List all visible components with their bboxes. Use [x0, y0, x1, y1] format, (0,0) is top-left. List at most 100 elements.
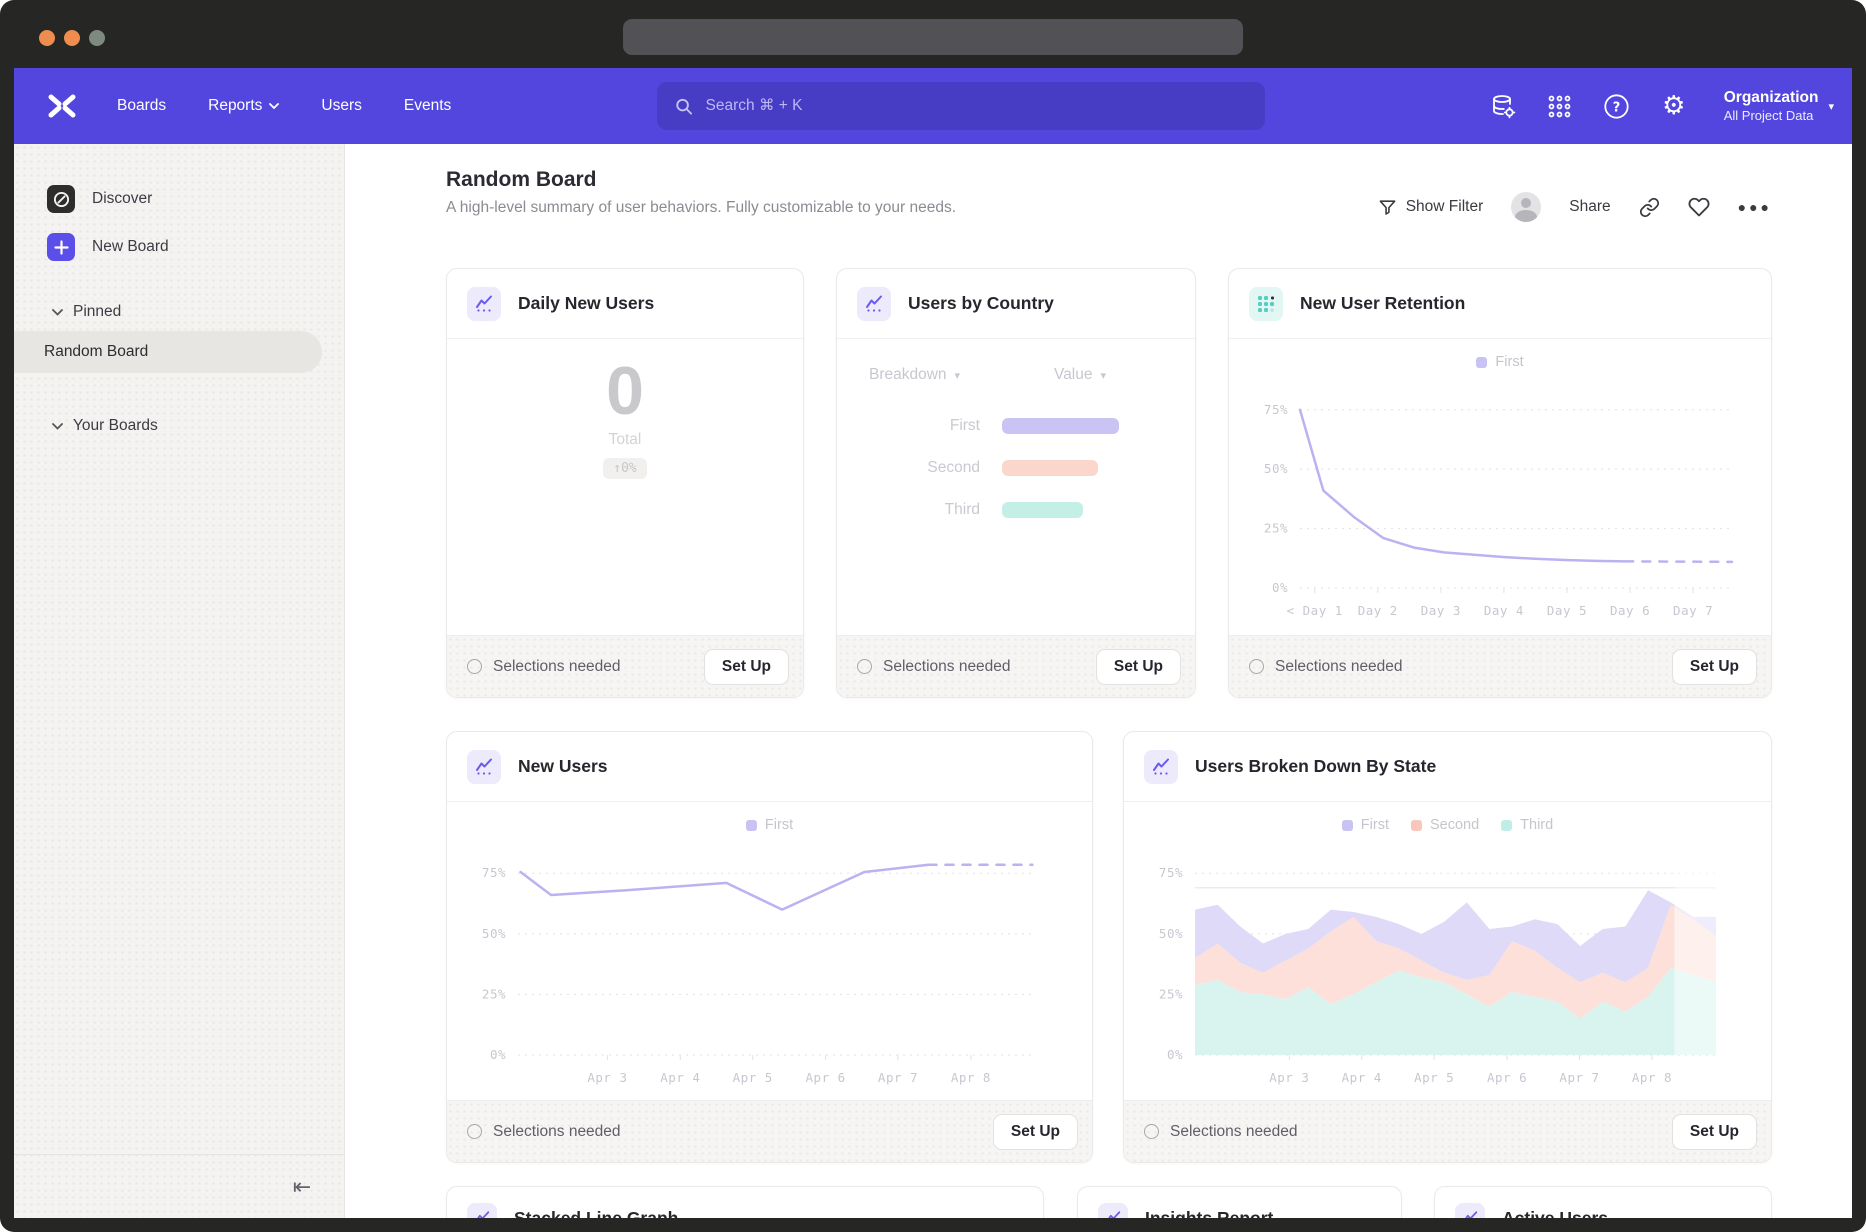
- svg-text:75%: 75%: [1159, 865, 1183, 880]
- collapse-sidebar-button[interactable]: ⇤: [282, 1170, 322, 1204]
- legend-label: Second: [1430, 817, 1479, 833]
- value-bar: [1002, 418, 1119, 434]
- legend-label: Third: [1520, 817, 1553, 833]
- sidebar-item-new-board[interactable]: New Board: [47, 233, 169, 261]
- line-chart-icon: [467, 287, 501, 321]
- legend-swatch: [1501, 820, 1512, 831]
- window-close-button[interactable]: [39, 30, 55, 46]
- set-up-button[interactable]: Set Up: [1672, 649, 1757, 685]
- card-active-users: Active Users: [1434, 1186, 1772, 1218]
- legend-swatch: [1411, 820, 1422, 831]
- chevron-down-icon: [52, 423, 63, 430]
- top-navbar: Boards Reports Users Events: [14, 68, 1852, 144]
- nav-link-reports[interactable]: Reports: [208, 97, 279, 115]
- card-title: Stacked Line Graph: [514, 1208, 678, 1219]
- metric-value: 0: [606, 355, 644, 427]
- address-bar[interactable]: [623, 19, 1243, 55]
- sidebar: Discover New Board Pinned Random Board: [14, 144, 345, 1218]
- help-icon[interactable]: ?: [1602, 91, 1632, 121]
- sidebar-item-random-board[interactable]: Random Board: [14, 331, 322, 373]
- legend-item[interactable]: Second: [1411, 817, 1479, 833]
- svg-text:Apr 4: Apr 4: [1342, 1070, 1382, 1085]
- share-button[interactable]: Share: [1569, 198, 1610, 216]
- country-bar-row: First: [837, 416, 1119, 436]
- nav-link-boards[interactable]: Boards: [117, 97, 166, 115]
- set-up-button[interactable]: Set Up: [1096, 649, 1181, 685]
- line-chart-icon: [467, 1203, 497, 1218]
- card-title: New Users: [518, 756, 608, 777]
- value-bar: [1002, 460, 1098, 476]
- navbar-actions: ? ⚙ Organization All Project Data ▾: [1488, 88, 1834, 124]
- settings-gear-icon[interactable]: ⚙: [1659, 91, 1689, 121]
- sidebar-section-pinned[interactable]: Pinned: [52, 302, 121, 322]
- card-title: Insights Report: [1145, 1208, 1273, 1219]
- card-users-by-country: Users by Country Breakdown▾ Value▾ First…: [836, 268, 1196, 698]
- org-switcher[interactable]: Organization All Project Data ▾: [1724, 88, 1834, 124]
- apps-grid-icon[interactable]: [1545, 91, 1575, 121]
- svg-text:Day 5: Day 5: [1547, 603, 1587, 618]
- radio-unselected-icon: [857, 659, 872, 674]
- window-minimize-button[interactable]: [64, 30, 80, 46]
- nav-link-users[interactable]: Users: [321, 97, 361, 115]
- legend-label: First: [1495, 354, 1523, 370]
- svg-text:Day 6: Day 6: [1610, 603, 1650, 618]
- new-users-chart: 75%50%25%0%Apr 3Apr 4Apr 5Apr 6Apr 7Apr …: [462, 839, 1077, 1095]
- legend-item[interactable]: First: [1476, 354, 1523, 370]
- section-label: Pinned: [73, 303, 121, 321]
- svg-text:Apr 8: Apr 8: [1632, 1070, 1672, 1085]
- breakdown-dropdown[interactable]: Breakdown▾: [869, 366, 960, 384]
- sidebar-item-discover[interactable]: Discover: [47, 185, 152, 213]
- line-chart-icon: [1144, 750, 1178, 784]
- status-text: Selections needed: [467, 658, 621, 676]
- legend-label: First: [1361, 817, 1389, 833]
- metric-caption: Total: [609, 431, 642, 449]
- favorite-button[interactable]: [1688, 196, 1710, 218]
- card-users-by-state: Users Broken Down By State FirstSecondTh…: [1123, 731, 1772, 1163]
- search-bar[interactable]: [657, 82, 1265, 130]
- board-main: Random Board A high-level summary of use…: [345, 144, 1852, 1218]
- card-title: Users by Country: [908, 293, 1054, 314]
- status-text: Selections needed: [857, 658, 1011, 676]
- page-subtitle: A high-level summary of user behaviors. …: [446, 199, 956, 217]
- legend-item[interactable]: First: [746, 817, 793, 833]
- line-chart-icon: [467, 750, 501, 784]
- data-management-icon[interactable]: [1488, 91, 1518, 121]
- more-options-button[interactable]: ●●●: [1738, 199, 1772, 215]
- chevron-down-icon: ▾: [955, 369, 961, 382]
- org-name: Organization: [1724, 88, 1819, 107]
- trend-badge: ↑0%: [603, 458, 646, 479]
- set-up-button[interactable]: Set Up: [1672, 1114, 1757, 1150]
- nav-link-events[interactable]: Events: [404, 97, 451, 115]
- avatar[interactable]: [1511, 192, 1541, 222]
- svg-text:Day 2: Day 2: [1358, 603, 1398, 618]
- svg-text:25%: 25%: [482, 986, 506, 1001]
- set-up-button[interactable]: Set Up: [704, 649, 789, 685]
- window-zoom-button[interactable]: [89, 30, 105, 46]
- svg-text:25%: 25%: [1159, 986, 1183, 1001]
- search-icon: [675, 97, 693, 116]
- window-controls[interactable]: [39, 30, 105, 46]
- chevron-down-icon: [269, 103, 279, 110]
- sidebar-divider: [14, 1154, 344, 1155]
- card-title: Active Users: [1502, 1208, 1608, 1219]
- copy-link-button[interactable]: [1639, 197, 1660, 218]
- svg-text:Apr 7: Apr 7: [878, 1070, 918, 1085]
- radio-unselected-icon: [467, 659, 482, 674]
- value-dropdown[interactable]: Value▾: [1054, 366, 1106, 384]
- svg-text:0%: 0%: [490, 1047, 506, 1062]
- set-up-button[interactable]: Set Up: [993, 1114, 1078, 1150]
- search-input[interactable]: [704, 96, 1247, 116]
- chart-legend: First: [1229, 350, 1771, 374]
- show-filter-button[interactable]: Show Filter: [1378, 198, 1484, 217]
- sidebar-section-your-boards[interactable]: Your Boards: [52, 416, 158, 436]
- svg-text:25%: 25%: [1264, 521, 1288, 536]
- mixpanel-logo-icon[interactable]: [47, 93, 77, 119]
- legend-item[interactable]: First: [1342, 817, 1389, 833]
- line-chart-icon: [857, 287, 891, 321]
- line-chart-icon: [1098, 1203, 1128, 1218]
- sidebar-item-label: Discover: [92, 190, 152, 208]
- svg-text:Day 4: Day 4: [1484, 603, 1524, 618]
- svg-text:Apr 3: Apr 3: [1269, 1070, 1309, 1085]
- legend-item[interactable]: Third: [1501, 817, 1553, 833]
- svg-text:75%: 75%: [482, 865, 506, 880]
